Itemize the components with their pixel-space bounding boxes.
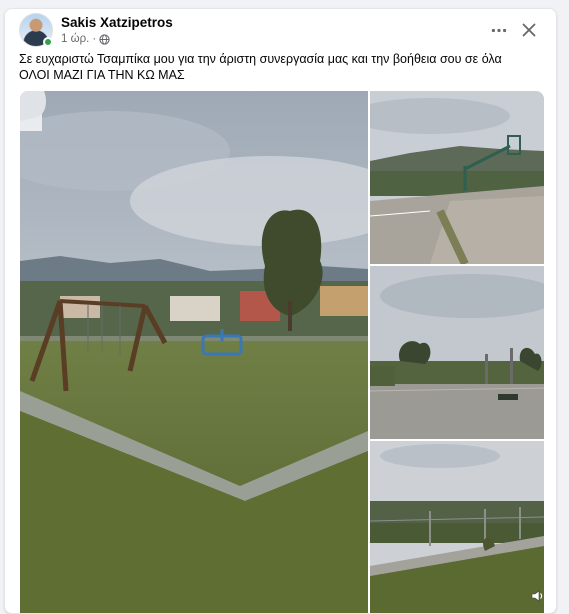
author-name[interactable]: Sakis Xatzipetros: [61, 15, 173, 30]
post-time[interactable]: 1 ώρ.: [61, 33, 89, 45]
photo-gallery: [20, 91, 544, 613]
post-text-line: Σε ευχαριστώ Τσαμπίκα μου για την άριστη…: [19, 52, 502, 66]
close-icon: [522, 23, 536, 37]
photo-park-benches[interactable]: [370, 266, 544, 439]
more-options-button[interactable]: [486, 17, 512, 43]
photo-playground-swings[interactable]: [20, 91, 368, 613]
post-card: Sakis Xatzipetros 1 ώρ. · Σε ευχαριστώ Τ…: [4, 8, 557, 614]
more-options-icon: [491, 28, 507, 32]
online-status-icon: [43, 37, 53, 47]
meta-separator: ·: [92, 33, 97, 45]
photo-fenced-field[interactable]: [370, 441, 544, 613]
globe-icon[interactable]: [99, 33, 110, 45]
post-text-line: ΟΛΟΙ ΜΑΖΙ ΓΙΑ ΤΗΝ ΚΩ ΜΑΣ: [19, 68, 185, 82]
post-header: Sakis Xatzipetros 1 ώρ. ·: [19, 13, 546, 53]
volume-icon[interactable]: [530, 589, 544, 603]
close-button[interactable]: [516, 17, 542, 43]
post-text: Σε ευχαριστώ Τσαμπίκα μου για την άριστη…: [19, 51, 549, 83]
photo-basketball-court[interactable]: [370, 91, 544, 264]
post-meta: 1 ώρ. ·: [61, 33, 110, 45]
